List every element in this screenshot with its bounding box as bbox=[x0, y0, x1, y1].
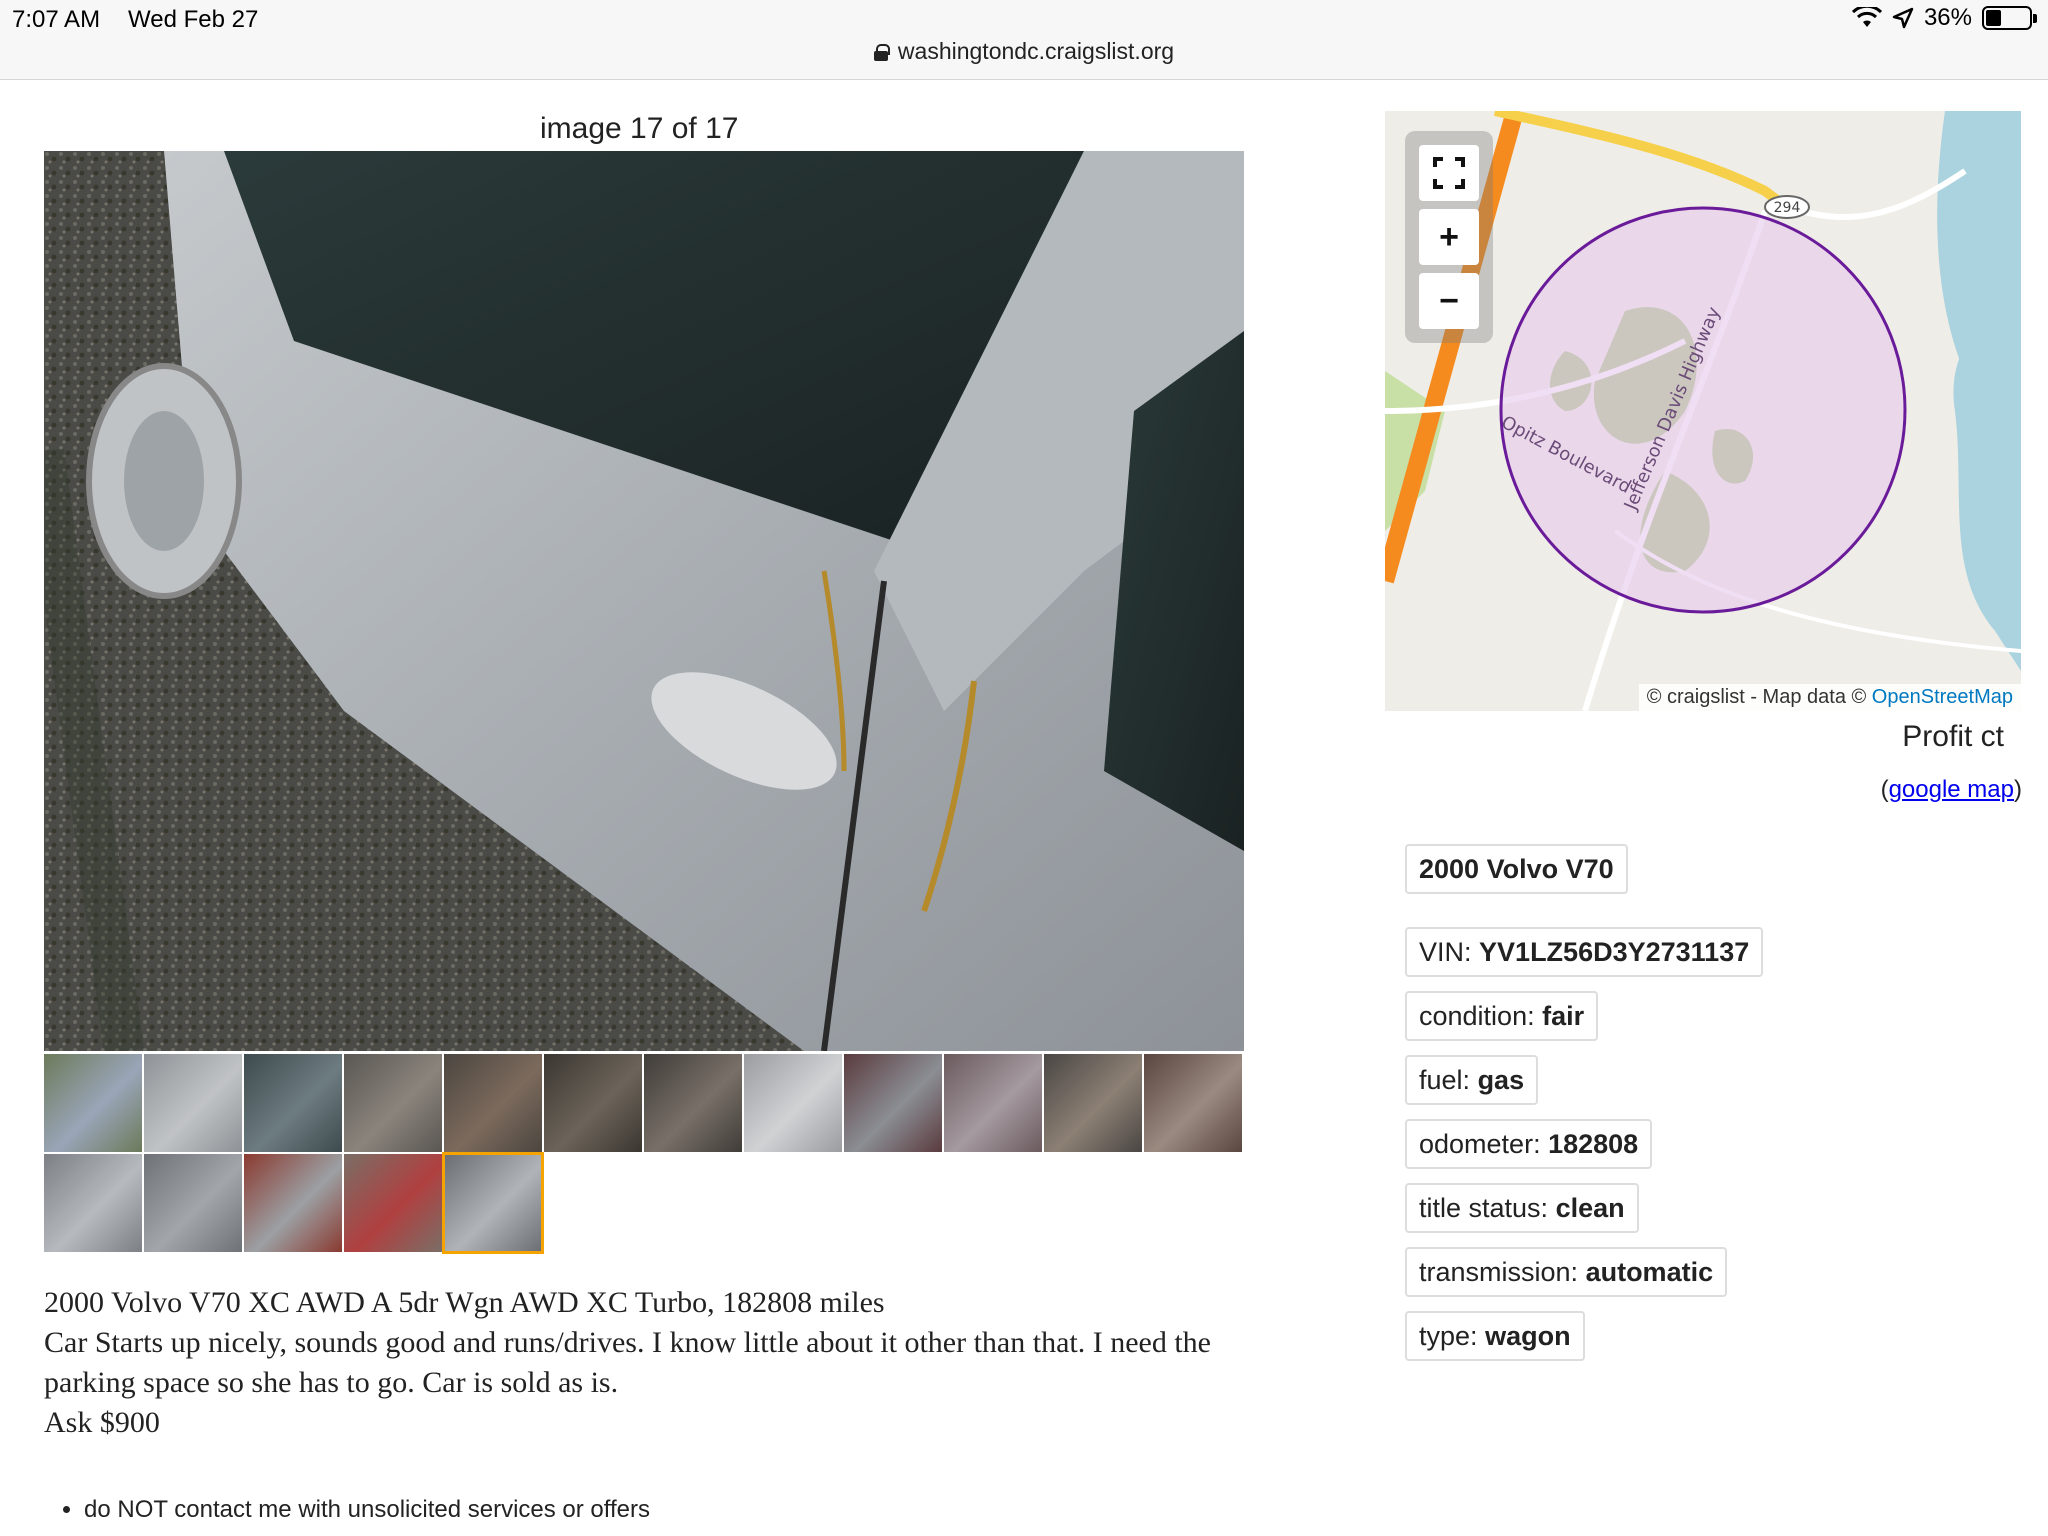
url-text: washingtondc.craigslist.org bbox=[897, 38, 1175, 64]
zoom-out-icon[interactable]: − bbox=[1419, 273, 1479, 329]
attr-fuel-label: fuel: bbox=[1419, 1065, 1471, 1095]
attr-odometer-label: odometer: bbox=[1419, 1129, 1541, 1159]
posting-line-3: Ask $900 bbox=[44, 1406, 160, 1439]
wifi-icon bbox=[1851, 7, 1882, 27]
gallery-thumbnail[interactable] bbox=[244, 1154, 342, 1252]
attr-type: type: wagon bbox=[1405, 1311, 1585, 1361]
attr-condition-label: condition: bbox=[1419, 1001, 1535, 1031]
google-map-close-paren: ) bbox=[2014, 776, 2022, 803]
location-arrow-icon bbox=[1892, 7, 1914, 29]
attr-transmission-value: automatic bbox=[1585, 1257, 1714, 1287]
battery-fill bbox=[1986, 10, 2002, 26]
posting-body: 2000 Volvo V70 XC AWD A 5dr Wgn AWD XC T… bbox=[44, 1283, 1304, 1443]
map-area-label: Profit ct bbox=[1902, 720, 2004, 753]
status-time: 7:07 AM bbox=[12, 6, 101, 33]
gallery-thumbnail[interactable] bbox=[344, 1054, 442, 1152]
gallery-thumbnail[interactable] bbox=[644, 1054, 742, 1152]
shield-294: 294 bbox=[1764, 195, 1810, 219]
map[interactable]: 294 Opitz Boulevard Jefferson Davis High… bbox=[1385, 111, 2021, 711]
attr-vin-label: VIN: bbox=[1419, 937, 1472, 967]
gallery-thumbnail[interactable] bbox=[744, 1054, 842, 1152]
map-controls: + − bbox=[1405, 131, 1493, 343]
address-bar[interactable]: washingtondc.craigslist.org bbox=[0, 38, 2048, 65]
gallery-thumbnail[interactable] bbox=[44, 1154, 142, 1252]
status-right-group: 36% bbox=[1851, 4, 2037, 32]
attr-odometer: odometer: 182808 bbox=[1405, 1119, 1653, 1169]
main-photo-image bbox=[44, 151, 1244, 1051]
gallery-thumbnail[interactable] bbox=[544, 1054, 642, 1152]
attr-odometer-value: 182808 bbox=[1548, 1129, 1639, 1159]
attr-title-text: 2000 Volvo V70 bbox=[1419, 854, 1614, 884]
gallery-thumbnail[interactable] bbox=[944, 1054, 1042, 1152]
notice-item: do NOT contact me with unsolicited servi… bbox=[84, 1496, 650, 1524]
battery-percent: 36% bbox=[1923, 4, 1972, 31]
fullscreen-icon[interactable] bbox=[1419, 145, 1479, 201]
attr-fuel-value: gas bbox=[1477, 1065, 1525, 1095]
attr-type-value: wagon bbox=[1485, 1321, 1571, 1351]
map-attribution: © craigslist - Map data © OpenStreetMap bbox=[1638, 684, 2021, 711]
attr-vin: VIN: YV1LZ56D3Y2731137 bbox=[1405, 927, 1764, 977]
road-label-294: 294 bbox=[1774, 200, 1801, 216]
attr-condition: condition: fair bbox=[1405, 991, 1599, 1041]
battery-icon bbox=[1982, 6, 2037, 30]
attr-title-status-label: title status: bbox=[1419, 1193, 1549, 1223]
zoom-in-icon[interactable]: + bbox=[1419, 209, 1479, 265]
gallery-thumbnail[interactable] bbox=[144, 1154, 242, 1252]
gallery-thumbnail[interactable] bbox=[244, 1054, 342, 1152]
gallery-thumbnail[interactable] bbox=[144, 1054, 242, 1152]
attr-transmission: transmission: automatic bbox=[1405, 1247, 1728, 1297]
attr-title-status-value: clean bbox=[1555, 1193, 1625, 1223]
attr-transmission-label: transmission: bbox=[1419, 1257, 1579, 1287]
attr-title: 2000 Volvo V70 bbox=[1405, 844, 1628, 894]
google-map-link[interactable]: google map bbox=[1889, 776, 2014, 803]
battery-nub bbox=[2033, 14, 2037, 23]
attr-condition-value: fair bbox=[1542, 1001, 1585, 1031]
notices-list: do NOT contact me with unsolicited servi… bbox=[50, 1496, 650, 1524]
gallery-thumbnail[interactable] bbox=[442, 1152, 544, 1254]
attr-vin-value: YV1LZ56D3Y2731137 bbox=[1479, 937, 1750, 967]
status-date: Wed Feb 27 bbox=[128, 6, 259, 33]
attr-type-label: type: bbox=[1419, 1321, 1478, 1351]
gallery-thumbnail[interactable] bbox=[344, 1154, 442, 1252]
openstreetmap-link[interactable]: OpenStreetMap bbox=[1872, 686, 2013, 708]
gallery-thumbnail[interactable] bbox=[1044, 1054, 1142, 1152]
gallery-thumbnail[interactable] bbox=[444, 1054, 542, 1152]
map-attribution-text: © craigslist - Map data © bbox=[1646, 686, 1867, 708]
google-map-line: (google map) bbox=[1881, 776, 2022, 804]
main-photo[interactable] bbox=[44, 151, 1244, 1051]
status-bar: 7:07 AM Wed Feb 27 36% washingtondc.crai… bbox=[0, 0, 2048, 80]
google-map-open-paren: ( bbox=[1880, 776, 1889, 803]
attr-fuel: fuel: gas bbox=[1405, 1055, 1539, 1105]
attr-title-status: title status: clean bbox=[1405, 1183, 1639, 1233]
posting-line-1: 2000 Volvo V70 XC AWD A 5dr Wgn AWD XC T… bbox=[44, 1286, 885, 1319]
gallery-thumbnail[interactable] bbox=[1144, 1054, 1242, 1152]
gallery-thumbnail[interactable] bbox=[44, 1054, 142, 1152]
gallery-thumbnail[interactable] bbox=[844, 1054, 942, 1152]
lock-icon bbox=[873, 44, 890, 61]
image-counter: image 17 of 17 bbox=[540, 112, 739, 145]
posting-line-2: Car Starts up nicely, sounds good and ru… bbox=[44, 1326, 1211, 1399]
